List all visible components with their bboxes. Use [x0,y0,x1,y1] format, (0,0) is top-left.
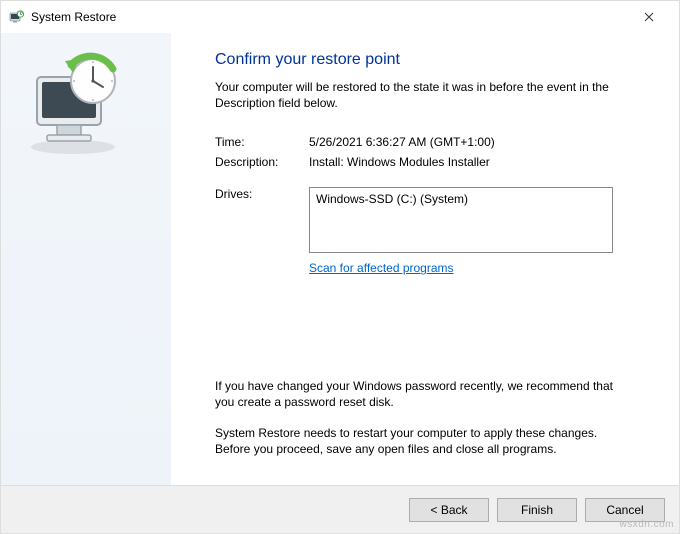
drive-item[interactable]: Windows-SSD (C:) (System) [316,192,606,206]
wizard-footer: < Back Finish Cancel [1,485,679,533]
description-label: Description: [215,155,309,169]
cancel-button[interactable]: Cancel [585,498,665,522]
time-value: 5/26/2021 6:36:27 AM (GMT+1:00) [309,135,649,149]
drives-label: Drives: [215,187,309,253]
watermark: wsxdn.com [619,519,674,530]
wizard-sidebar [1,33,171,485]
wizard-main: Confirm your restore point Your computer… [171,33,679,485]
description-value: Install: Windows Modules Installer [309,155,649,169]
window-title: System Restore [31,10,627,24]
back-button[interactable]: < Back [409,498,489,522]
close-button[interactable] [627,3,671,31]
wizard-body: Confirm your restore point Your computer… [1,33,679,485]
password-note: If you have changed your Windows passwor… [215,378,625,410]
description-row: Description: Install: Windows Modules In… [215,155,649,169]
time-label: Time: [215,135,309,149]
restore-illustration-icon [13,146,143,160]
drives-row: Drives: Windows-SSD (C:) (System) [215,187,649,253]
system-restore-icon [9,9,25,25]
titlebar: System Restore [1,1,679,33]
restart-note: System Restore needs to restart your com… [215,425,625,457]
scan-affected-programs-link[interactable]: Scan for affected programs [309,261,454,275]
drives-listbox[interactable]: Windows-SSD (C:) (System) [309,187,613,253]
notes-section: If you have changed your Windows passwor… [215,378,649,471]
system-restore-window: System Restore [0,0,680,534]
page-heading: Confirm your restore point [215,51,649,69]
finish-button[interactable]: Finish [497,498,577,522]
time-row: Time: 5/26/2021 6:36:27 AM (GMT+1:00) [215,135,649,149]
page-subtext: Your computer will be restored to the st… [215,79,625,111]
